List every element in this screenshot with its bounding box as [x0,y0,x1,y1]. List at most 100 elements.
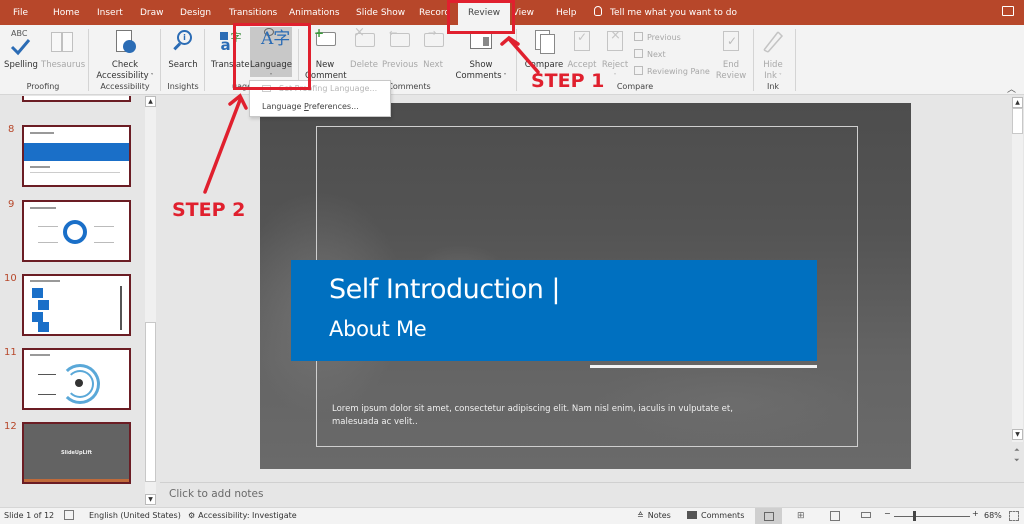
reviewing-pane-button[interactable]: Reviewing Pane [634,66,710,77]
zoom-level[interactable]: 68% [984,511,1002,520]
slide-scroll-down-arrow[interactable]: ▼ [1012,429,1023,440]
accessibility-status[interactable]: ⚙ Accessibility: Investigate [188,511,297,520]
previous-change-icon [634,32,643,41]
check-accessibility-button[interactable]: Check Accessibility ˅ [94,28,156,82]
slide-body-text[interactable]: Lorem ipsum dolor sit amet, consectetur … [332,403,752,429]
collapse-ribbon-icon[interactable]: ︿ [1007,82,1016,95]
slide-show-view-button[interactable] [852,508,879,524]
tab-design[interactable]: Design [180,0,211,25]
slide-sorter-view-button[interactable]: ⊞ [788,508,815,524]
compare-button[interactable]: Compare [524,28,564,71]
tab-home[interactable]: Home [53,0,80,25]
show-comments-button[interactable]: Show Comments ˅ [452,28,510,82]
lightbulb-icon [594,6,602,16]
spelling-check-icon: ABC [9,28,33,58]
slide-canvas[interactable]: Self Introduction | About Me Lorem ipsum… [260,103,911,469]
notes-placeholder: Click to add notes [169,488,264,500]
normal-view-icon [764,512,774,521]
slide-scrollbar-thumb[interactable] [1012,108,1023,134]
slide-thumbnail-7[interactable] [22,96,131,102]
reject-icon: × [602,28,628,58]
slide-counter: Slide 1 of 12 [4,511,55,520]
tab-help[interactable]: Help [556,0,577,25]
step1-label: STEP 1 [531,70,605,92]
next-comment-button[interactable]: → Next [419,28,447,71]
review-ribbon: ABC Spelling Thesaurus Proofing Check Ac… [0,25,1024,95]
comments-pane-icon[interactable] [1002,6,1014,16]
accent-underline [590,365,817,368]
notes-button[interactable]: ≙ Notes [637,511,671,520]
reading-view-button[interactable] [821,508,848,524]
notes-pane[interactable]: Click to add notes [160,482,1024,506]
end-review-button[interactable]: ✓ End Review [714,28,748,82]
tab-animations[interactable]: Animations [289,0,340,25]
notes-icon: ≙ [637,511,644,520]
tell-me-search[interactable]: Tell me what you want to do [594,0,737,25]
tab-transitions[interactable]: Transitions [229,0,277,25]
comment-bubble-icon [687,511,697,519]
comments-button[interactable]: Comments [687,511,744,520]
step2-arrow [203,93,248,194]
accessibility-icon: ⚙ [188,511,196,520]
zoom-slider-handle[interactable] [913,511,916,521]
previous-slide-icon[interactable]: ⏶ [1014,446,1020,455]
slide-title[interactable]: Self Introduction | [329,274,561,305]
tab-slide-show[interactable]: Slide Show [356,0,405,25]
thesaurus-button[interactable]: Thesaurus [41,28,85,71]
new-comment-icon: + [312,27,338,58]
next-slide-icon[interactable]: ⏷ [1014,456,1020,465]
step2-highlight-box [233,23,311,90]
slide-thumbnail-12[interactable]: SlideUpLift [22,422,131,484]
thumbnails-scrollbar[interactable]: ▲ ▼ [145,96,156,506]
reject-button[interactable]: × Reject ˅ [601,28,629,82]
powerpoint-window: File Home Insert Draw Design Transitions… [0,0,1024,524]
delete-comment-icon: × [351,26,377,58]
slide-scrollbar[interactable]: ▲ ▼ [1012,97,1023,442]
zoom-slider-track[interactable] [894,516,970,517]
step2-label: STEP 2 [172,199,246,221]
hide-ink-button[interactable]: Hide Ink ˅ [758,28,788,82]
menu-item-language-preferences[interactable]: Language Preferences... [250,102,390,111]
end-review-icon: ✓ [718,28,744,58]
slide-sorter-icon: ⊞ [797,511,805,521]
group-label-proofing: Proofing [26,82,60,91]
zoom-in-button[interactable]: + [972,509,979,518]
slide-number-11: 11 [4,347,17,358]
normal-view-button[interactable] [755,508,782,524]
slide-thumbnail-9[interactable] [22,200,131,262]
accept-button[interactable]: ✓ Accept [566,28,598,71]
ink-pen-icon [760,28,786,58]
slide-scroll-up-arrow[interactable]: ▲ [1012,97,1023,108]
compare-icon [531,28,557,58]
zoom-out-button[interactable]: − [884,509,891,518]
slide-number-9: 9 [8,199,15,210]
compare-next-button[interactable]: Next [634,49,666,60]
spell-check-status-icon[interactable] [64,510,74,520]
next-comment-icon: → [420,28,446,58]
spelling-button[interactable]: ABC Spelling [4,28,38,71]
new-comment-button[interactable]: + New Comment [305,27,347,82]
fit-to-window-icon[interactable] [1009,511,1019,521]
next-change-icon [634,49,643,58]
tab-insert[interactable]: Insert [97,0,123,25]
slide-subtitle[interactable]: About Me [329,317,427,341]
reading-view-icon [830,511,840,521]
delete-comment-button[interactable]: × Delete [348,26,380,71]
smart-lookup-icon: i [171,28,195,58]
slide-number-8: 8 [8,124,15,135]
language-status[interactable]: English (United States) [89,511,181,520]
scroll-up-arrow[interactable]: ▲ [145,96,156,107]
group-label-accessibility: Accessibility [100,82,150,91]
slide-thumbnail-11[interactable] [22,348,131,410]
scroll-down-arrow[interactable]: ▼ [145,494,156,505]
previous-comment-button[interactable]: ← Previous [382,28,418,71]
tab-file[interactable]: File [13,0,28,25]
scrollbar-thumb[interactable] [145,322,156,482]
search-button[interactable]: i Search [166,28,200,71]
compare-previous-button[interactable]: Previous [634,32,681,43]
tab-draw[interactable]: Draw [140,0,164,25]
slide-thumbnail-10[interactable] [22,274,131,336]
slide-thumbnail-8[interactable] [22,125,131,187]
title-banner: Self Introduction | About Me [291,260,817,361]
slide-show-icon [861,512,871,518]
